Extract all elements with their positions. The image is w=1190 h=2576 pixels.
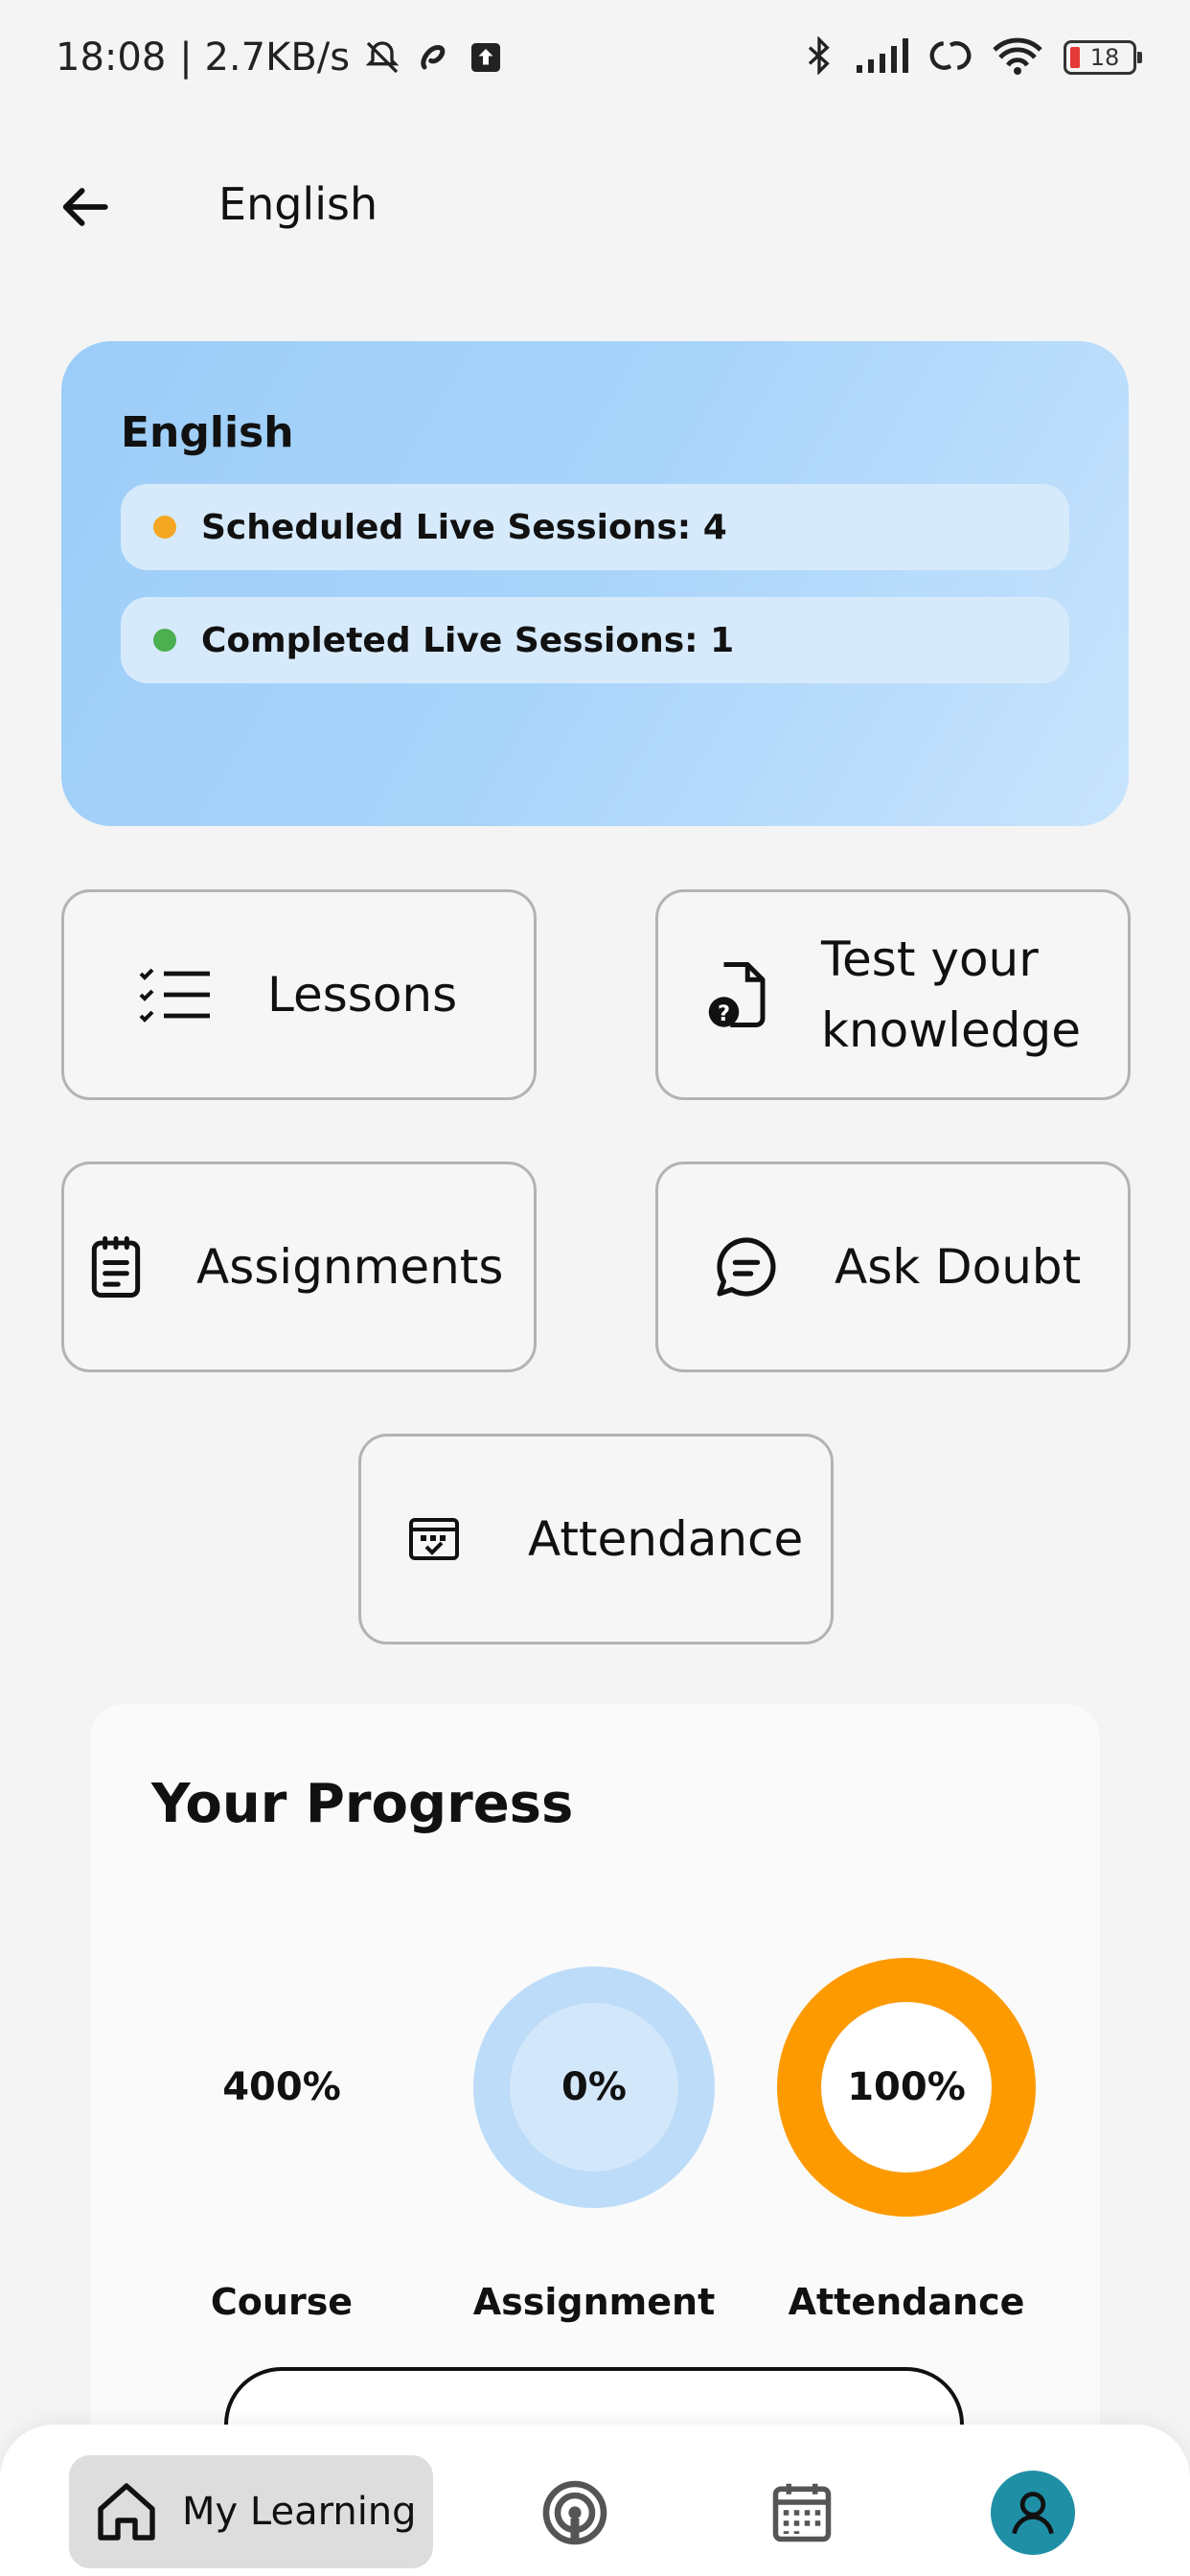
progress-title: Your Progress [151, 1773, 574, 1835]
scheduled-sessions-text: Scheduled Live Sessions: 4 [201, 507, 727, 547]
page-title: English [218, 178, 378, 230]
status-time: 18:08 [56, 35, 167, 80]
nav-profile[interactable] [991, 2471, 1075, 2555]
attendance-metric: 100% Attendance [772, 1953, 1041, 2323]
upload-icon [467, 38, 505, 77]
nav-my-learning[interactable]: My Learning [69, 2455, 433, 2568]
calendar-icon [772, 2483, 832, 2542]
wifi-icon [993, 36, 1042, 79]
quiz-document-icon: ? [698, 956, 775, 1033]
attendance-percent: 100% [847, 2065, 966, 2109]
bell-off-icon [363, 38, 401, 77]
battery-icon: 18 [1064, 40, 1142, 75]
assignments-label: Assignments [196, 1239, 504, 1295]
app-bar: English [0, 153, 1190, 259]
test-knowledge-button[interactable]: ? Test your knowledge [655, 889, 1131, 1100]
course-ring: 400% [148, 1953, 416, 2221]
completed-sessions-pill: Completed Live Sessions: 1 [121, 597, 1069, 683]
signal-icon [855, 38, 908, 77]
test-knowledge-line2: knowledge [821, 1002, 1082, 1058]
status-right: 18 [805, 35, 1142, 79]
notepad-icon [78, 1229, 154, 1305]
assignments-button[interactable]: Assignments [61, 1162, 537, 1372]
course-metric: 400% Course [148, 1953, 416, 2323]
assignment-label: Assignment [472, 2281, 716, 2323]
checklist-icon [137, 956, 214, 1033]
assignment-metric: 0% Assignment [460, 1953, 728, 2323]
course-label: Course [210, 2281, 354, 2323]
airtel-icon [415, 38, 453, 77]
nav-calendar[interactable] [764, 2474, 840, 2551]
battery-level: 18 [1089, 44, 1120, 71]
nav-live[interactable] [537, 2474, 613, 2551]
assignment-ring: 0% [460, 1953, 728, 2221]
svg-text:?: ? [718, 1001, 730, 1026]
attendance-ring: 100% [772, 1953, 1041, 2221]
status-left: 18:08 | 2.7KB/s [56, 35, 505, 80]
bluetooth-icon [805, 35, 834, 79]
status-speed: | 2.7KB/s [179, 35, 351, 80]
subject-name: English [121, 408, 294, 457]
attendance-label: Attendance [528, 1511, 804, 1567]
test-knowledge-label: Test your knowledge [821, 924, 1081, 1066]
status-bar: 18:08 | 2.7KB/s 18 [0, 0, 1190, 115]
lessons-label: Lessons [267, 967, 458, 1023]
live-icon [542, 2480, 607, 2545]
test-knowledge-line1: Test your [821, 932, 1039, 987]
attendance-button[interactable]: Attendance [358, 1434, 834, 1644]
subject-summary-card: English Scheduled Live Sessions: 4 Compl… [61, 341, 1129, 826]
nav-my-learning-label: My Learning [182, 2490, 417, 2534]
ask-doubt-label: Ask Doubt [835, 1239, 1082, 1295]
arrow-left-icon [62, 188, 108, 226]
profile-icon [1012, 2492, 1054, 2535]
attendance-metric-label: Attendance [788, 2281, 1025, 2323]
lessons-button[interactable]: Lessons [61, 889, 537, 1100]
chat-bubble-icon [708, 1229, 785, 1305]
back-button[interactable] [54, 176, 115, 238]
completed-sessions-text: Completed Live Sessions: 1 [201, 620, 735, 660]
bottom-navigation: My Learning [0, 2425, 1190, 2576]
attendance-calendar-icon [396, 1501, 472, 1577]
scheduled-sessions-pill: Scheduled Live Sessions: 4 [121, 484, 1069, 570]
scheduled-dot-icon [153, 516, 176, 539]
completed-dot-icon [153, 629, 176, 652]
home-icon [98, 2483, 155, 2541]
hotspot-icon [929, 36, 972, 79]
ask-doubt-button[interactable]: Ask Doubt [655, 1162, 1131, 1372]
assignment-percent: 0% [561, 2065, 627, 2109]
battery-fill [1070, 47, 1080, 68]
course-percent: 400% [222, 2065, 341, 2109]
